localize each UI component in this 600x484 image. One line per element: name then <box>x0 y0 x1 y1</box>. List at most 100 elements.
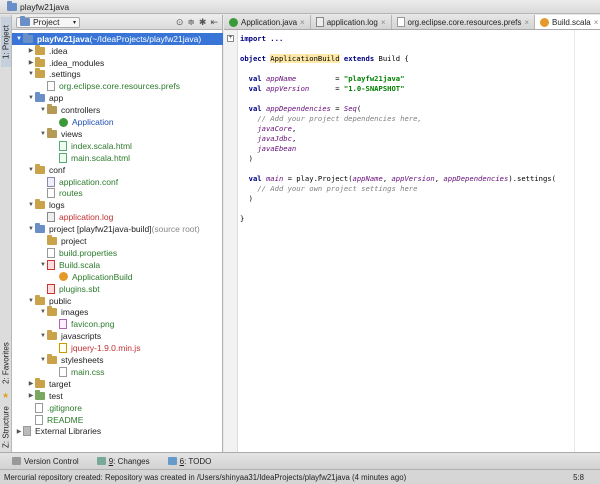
tree-item[interactable]: README <box>12 414 223 426</box>
code-area[interactable]: import ... object ApplicationBuild exten… <box>240 34 556 224</box>
tree-item[interactable]: ▼ playfw21java (~/IdeaProjects/playfw21ja… <box>12 32 223 45</box>
tree-item[interactable]: ▼ logs <box>12 199 223 212</box>
expanded-arrow-icon[interactable]: ▼ <box>15 36 23 42</box>
tree-item[interactable]: ▼ project [playfw21java-build] (source ro… <box>12 223 223 235</box>
status-bar: Mercurial repository created: Repository… <box>0 469 600 484</box>
tree-item[interactable]: Application <box>12 116 223 128</box>
editor-tab[interactable]: Build.scala × <box>535 15 600 29</box>
tree-item[interactable]: ▼ views <box>12 127 223 140</box>
collapsed-arrow-icon[interactable]: ▶ <box>27 47 35 54</box>
tree-item[interactable]: ▶ .idea <box>12 44 223 57</box>
tree-item[interactable]: main.css <box>12 366 223 378</box>
tree-item[interactable]: ApplicationBuild <box>12 271 223 283</box>
file-icon <box>35 402 43 413</box>
expanded-arrow-icon[interactable]: ▼ <box>39 333 47 339</box>
tree-item-label: routes <box>59 188 83 199</box>
tree-item[interactable]: build.properties <box>12 247 223 259</box>
tool-tab-structure[interactable]: Z: Structure <box>1 405 11 449</box>
gear-icon[interactable]: ✱ <box>199 17 207 28</box>
tree-item-label: application.log <box>59 212 114 223</box>
collapsed-arrow-icon[interactable]: ▶ <box>27 380 35 387</box>
close-icon[interactable]: × <box>524 18 529 27</box>
folder-icon <box>35 294 45 305</box>
tree-item-label: External Libraries <box>35 426 102 437</box>
source-folder-icon <box>35 92 45 103</box>
tree-item[interactable]: ▶ External Libraries <box>12 426 223 438</box>
editor-tab[interactable]: Application.java × <box>224 15 311 29</box>
tree-item[interactable]: ▼ images <box>12 306 223 319</box>
tree-item[interactable]: ▼ app <box>12 92 223 105</box>
view-selector[interactable]: Project ▾ <box>16 16 80 28</box>
file-icon <box>35 414 43 425</box>
editor-tabs: Application.java × application.log × org.ecl… <box>224 15 600 30</box>
class-icon <box>59 117 68 127</box>
test-folder-icon <box>35 389 45 400</box>
changes-button[interactable]: 9: Changes <box>96 457 150 466</box>
caret-position[interactable]: 5:8 <box>573 473 584 482</box>
tree-item[interactable]: favicon.png <box>12 319 223 331</box>
editor-tab[interactable]: org.eclipse.core.resources.prefs × <box>392 15 536 29</box>
tree-item[interactable]: project <box>12 235 223 247</box>
collapsed-arrow-icon[interactable]: ▶ <box>15 428 23 435</box>
collapsed-arrow-icon[interactable]: ▶ <box>27 392 35 399</box>
tree-item[interactable]: ▶ test <box>12 389 223 402</box>
expanded-arrow-icon[interactable]: ▼ <box>39 107 47 113</box>
expanded-arrow-icon[interactable]: ▼ <box>27 202 35 208</box>
editor-tab[interactable]: application.log × <box>311 15 392 29</box>
tool-tab-project[interactable]: 1: Project <box>1 17 11 67</box>
expanded-arrow-icon[interactable]: ▼ <box>39 262 47 268</box>
tree-item[interactable]: ▼ public <box>12 294 223 307</box>
tree-item[interactable]: index.scala.html <box>12 140 223 152</box>
tree-item-label: test <box>49 390 63 401</box>
tree-item-label: Application <box>72 117 114 128</box>
tree-item[interactable]: application.log <box>12 212 223 224</box>
tree-item-label: project <box>61 236 87 247</box>
collapse-all-icon[interactable]: ≑ <box>187 17 195 28</box>
tree-item[interactable]: routes <box>12 188 223 200</box>
expanded-arrow-icon[interactable]: ▼ <box>39 309 47 315</box>
folder-icon <box>35 56 45 67</box>
close-icon[interactable]: × <box>381 18 386 27</box>
tree-item[interactable]: ▶ target <box>12 377 223 390</box>
expanded-arrow-icon[interactable]: ▼ <box>27 71 35 77</box>
tree-item[interactable]: plugins.sbt <box>12 283 223 295</box>
tree-item[interactable]: main.scala.html <box>12 152 223 164</box>
tree-item[interactable]: jquery-1.9.0.min.js <box>12 342 223 354</box>
tree-item[interactable]: ▶ .idea_modules <box>12 56 223 69</box>
file-icon <box>396 17 405 27</box>
tree-item[interactable]: org.eclipse.core.resources.prefs <box>12 81 223 93</box>
expanded-arrow-icon[interactable]: ▼ <box>39 357 47 363</box>
hide-icon[interactable]: ⇤ <box>210 17 218 28</box>
tree-item[interactable]: ▼ controllers <box>12 104 223 116</box>
tree-item-label: .idea_modules <box>49 57 105 68</box>
todo-button[interactable]: 6: TODO <box>167 457 211 466</box>
tree-item-label: .settings <box>49 69 81 80</box>
tree-item[interactable]: .gitignore <box>12 402 223 414</box>
tree-item[interactable]: application.conf <box>12 176 223 188</box>
editor-tab-label: Build.scala <box>552 18 591 27</box>
tool-tab-favorites[interactable]: 2: Favorites <box>1 337 11 389</box>
fold-icon[interactable]: + <box>227 35 234 42</box>
tree-item[interactable]: ▼ stylesheets <box>12 354 223 366</box>
scroll-from-source-icon[interactable]: ⊙ <box>176 17 184 28</box>
breadcrumb-project: playfw21java <box>20 2 70 12</box>
image-file-icon <box>59 319 67 330</box>
expanded-arrow-icon[interactable]: ▼ <box>27 95 35 101</box>
tree-item[interactable]: ▼ javascripts <box>12 330 223 343</box>
editor: Application.java × application.log × org.ecl… <box>224 15 600 452</box>
tree-item-label: main.scala.html <box>71 152 131 163</box>
close-icon[interactable]: × <box>594 18 599 27</box>
project-toolbar: Project ▾ ⊙ ≑ ✱ ⇤ <box>12 15 222 30</box>
collapsed-arrow-icon[interactable]: ▶ <box>27 59 35 66</box>
close-icon[interactable]: × <box>300 18 305 27</box>
version-control-button[interactable]: Version Control <box>12 457 79 466</box>
expanded-arrow-icon[interactable]: ▼ <box>27 298 35 304</box>
tree-item[interactable]: ▼ conf <box>12 163 223 176</box>
tree-item[interactable]: ▼ Build.scala <box>12 259 223 271</box>
expanded-arrow-icon[interactable]: ▼ <box>39 131 47 137</box>
expanded-arrow-icon[interactable]: ▼ <box>27 167 35 173</box>
expanded-arrow-icon[interactable]: ▼ <box>27 226 35 232</box>
breadcrumb[interactable]: playfw21java <box>3 1 73 13</box>
todo-icon <box>167 457 177 465</box>
tree-item[interactable]: ▼ .settings <box>12 68 223 81</box>
